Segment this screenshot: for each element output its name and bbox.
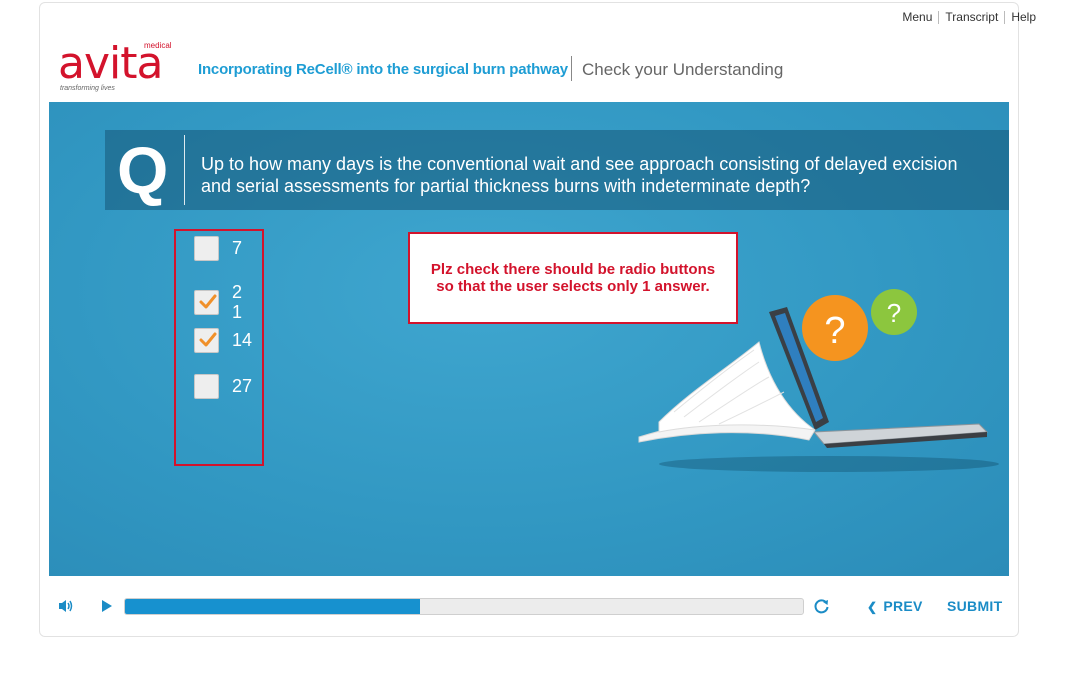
prev-button[interactable]: ❮ PREV — [867, 598, 923, 614]
slide-title: Check your Understanding — [582, 60, 784, 79]
question-divider — [184, 135, 185, 205]
submit-button[interactable]: SUBMIT — [947, 598, 1002, 614]
option-21[interactable]: 21 — [194, 282, 246, 322]
checkmark-icon — [199, 332, 217, 347]
checkmark-icon — [199, 294, 217, 308]
option-label: 21 — [232, 282, 243, 322]
slide-stage: Q Up to how many days is the conventiona… — [49, 102, 1009, 576]
play-icon[interactable] — [101, 599, 113, 613]
option-label: 7 — [232, 238, 243, 258]
top-links: Menu Transcript Help — [896, 11, 1042, 24]
volume-icon[interactable] — [58, 599, 74, 613]
option-14[interactable]: 14 — [194, 328, 252, 353]
option-checkbox[interactable] — [194, 328, 219, 353]
menu-link[interactable]: Menu — [896, 11, 938, 24]
logo-superscript: medical — [144, 41, 172, 50]
svg-text:?: ? — [824, 310, 845, 352]
transcript-link[interactable]: Transcript — [938, 11, 1004, 24]
course-title: Incorporating ReCell® into the surgical … — [198, 61, 568, 78]
help-link[interactable]: Help — [1004, 11, 1042, 24]
chevron-left-icon: ❮ — [867, 600, 878, 614]
player-controls: ❮ PREV SUBMIT — [49, 590, 1009, 622]
progress-bar[interactable] — [124, 598, 804, 615]
question-letter: Q — [117, 133, 169, 207]
option-checkbox[interactable] — [194, 374, 219, 399]
option-7[interactable]: 7 — [194, 236, 242, 261]
progress-fill — [125, 599, 420, 614]
option-checkbox[interactable] — [194, 236, 219, 261]
question-banner: Q Up to how many days is the conventiona… — [105, 130, 1009, 210]
option-checkbox[interactable] — [194, 289, 219, 315]
prev-label: PREV — [883, 598, 923, 614]
replay-icon[interactable] — [813, 598, 830, 615]
option-27[interactable]: 27 — [194, 374, 252, 399]
book-laptop-illustration: ? ? — [638, 289, 999, 472]
option-label: 14 — [232, 330, 253, 350]
question-text: Up to how many days is the conventional … — [201, 154, 958, 196]
title-divider — [571, 56, 572, 81]
option-label: 27 — [232, 376, 253, 396]
svg-text:?: ? — [887, 298, 901, 328]
logo-tagline: transforming lives — [60, 85, 115, 92]
avita-logo: avita medical transforming lives — [58, 41, 178, 97]
